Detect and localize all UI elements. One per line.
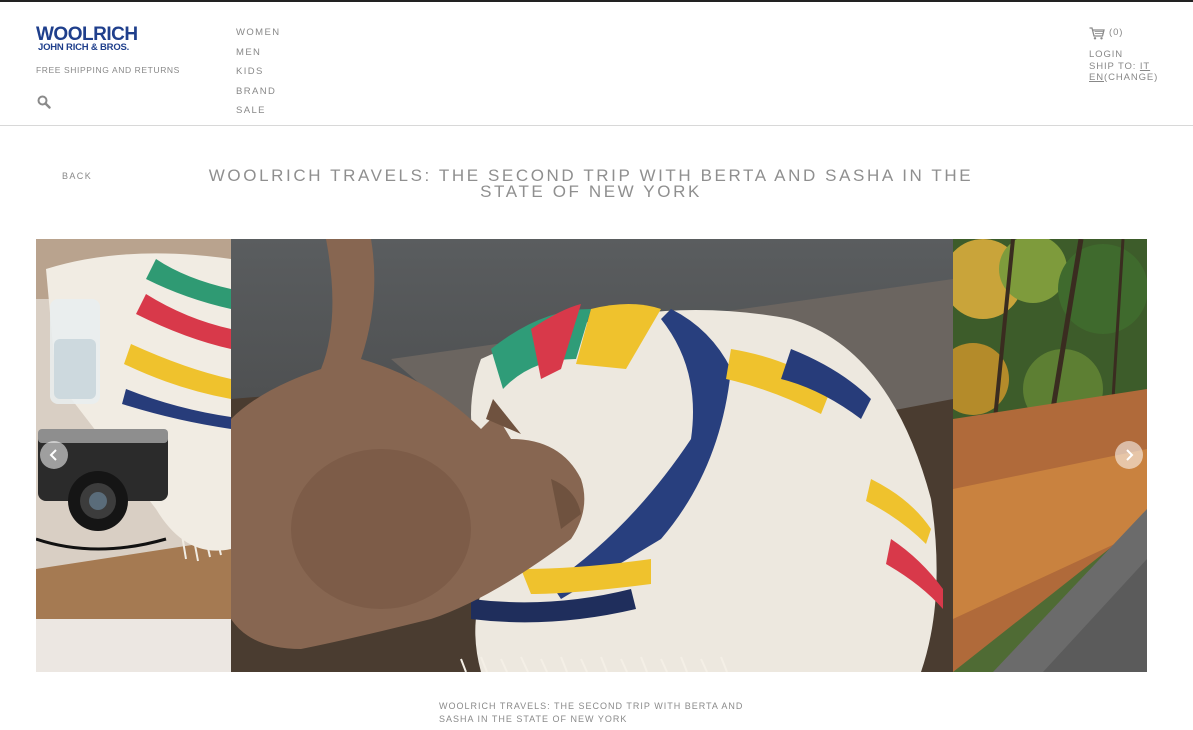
- language-link[interactable]: EN: [1089, 72, 1104, 83]
- nav-item-brand[interactable]: BRAND: [236, 86, 280, 106]
- cart-count: (0): [1109, 27, 1124, 39]
- cart-icon: [1089, 26, 1105, 39]
- nav-item-women[interactable]: WOMEN: [236, 27, 280, 47]
- gallery-prev-button[interactable]: [40, 441, 68, 469]
- woolrich-logo[interactable]: WOOLRICH JOHN RICH & BROS.: [36, 24, 146, 53]
- login-link[interactable]: LOGIN: [1089, 49, 1158, 61]
- ship-country-link[interactable]: IT: [1140, 61, 1150, 72]
- gallery-slide-camera[interactable]: [36, 239, 231, 672]
- gallery-slide-cat[interactable]: [231, 239, 953, 672]
- ship-to-row: SHIP TO: IT: [1089, 61, 1158, 73]
- photo-gallery: [36, 239, 1147, 672]
- change-link[interactable]: (CHANGE): [1104, 72, 1158, 83]
- chevron-left-icon: [49, 449, 57, 461]
- cat-with-striped-blanket-photo: [231, 239, 953, 672]
- gallery-caption: WOOLRICH TRAVELS: THE SECOND TRIP WITH B…: [439, 701, 744, 724]
- main-nav: WOMEN MEN KIDS BRAND SALE: [236, 27, 280, 125]
- site-header: WOOLRICH JOHN RICH & BROS. FREE SHIPPING…: [0, 2, 1193, 126]
- utility-menu: (0) LOGIN SHIP TO: IT EN(CHANGE): [1089, 26, 1158, 84]
- chevron-right-icon: [1126, 449, 1134, 461]
- language-row: EN(CHANGE): [1089, 72, 1158, 84]
- page-title: WOOLRICH TRAVELS: THE SECOND TRIP WITH B…: [208, 166, 974, 201]
- logo-wordmark: WOOLRICH: [36, 24, 138, 45]
- back-link[interactable]: BACK: [62, 171, 92, 181]
- shipping-tagline: FREE SHIPPING AND RETURNS: [36, 65, 180, 75]
- cart-button[interactable]: (0): [1089, 26, 1158, 40]
- nav-item-kids[interactable]: KIDS: [236, 66, 280, 86]
- nav-item-sale[interactable]: SALE: [236, 105, 280, 125]
- gallery-next-button[interactable]: [1115, 441, 1143, 469]
- nav-item-men[interactable]: MEN: [236, 47, 280, 67]
- ship-to-label: SHIP TO:: [1089, 60, 1137, 72]
- gallery-slide-road[interactable]: [953, 239, 1147, 672]
- search-icon[interactable]: [37, 95, 51, 109]
